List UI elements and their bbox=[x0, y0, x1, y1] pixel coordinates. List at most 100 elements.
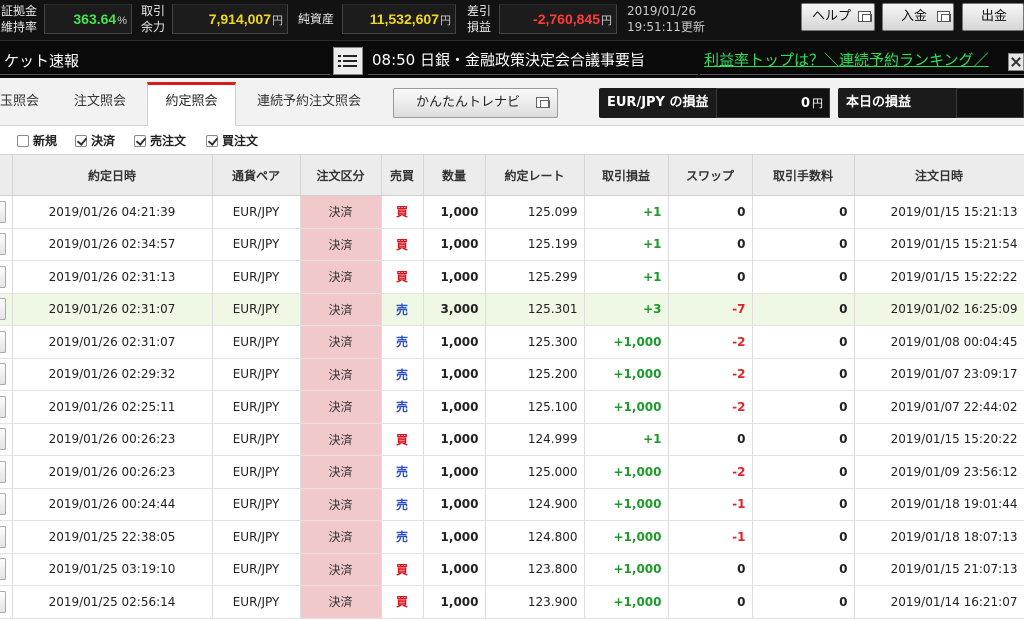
row-select-handle[interactable] bbox=[0, 200, 6, 223]
filter-row: 新規 決済 売注文 買注文 bbox=[0, 126, 1024, 154]
cell-rate: 124.800 bbox=[485, 520, 585, 554]
net-pl-value: -2,760,845円 bbox=[499, 4, 617, 34]
row-select-button[interactable] bbox=[0, 358, 13, 391]
withdraw-button[interactable]: 出金 bbox=[962, 3, 1024, 31]
cell-swap: -1 bbox=[668, 520, 753, 554]
header-side[interactable]: 売買 bbox=[381, 154, 424, 196]
cell-pl: +1,000 bbox=[584, 325, 669, 359]
table-row[interactable]: 2019/01/25 03:19:10 EUR/JPY 決済買 1,000 123.80… bbox=[0, 553, 1024, 586]
header-qty[interactable]: 数量 bbox=[423, 154, 486, 196]
tab-execution-inquiry[interactable]: 約定照会 bbox=[147, 82, 236, 126]
tab-sequential-order-inquiry[interactable]: 連続予約注文照会 bbox=[244, 87, 374, 125]
checkbox-icon[interactable] bbox=[17, 135, 29, 147]
checkbox-checked-icon[interactable] bbox=[134, 135, 146, 147]
row-select-button[interactable] bbox=[0, 520, 13, 554]
row-select-button[interactable] bbox=[0, 553, 13, 586]
header-order-time[interactable]: 注文日時 bbox=[854, 154, 1024, 196]
table-row[interactable]: 2019/01/26 02:31:07 EUR/JPY 決済売 1,000 125.30… bbox=[0, 325, 1024, 359]
close-icon[interactable] bbox=[1008, 53, 1024, 71]
market-news-title: ケット速報 bbox=[4, 52, 80, 70]
table-row[interactable]: 2019/01/26 02:34:57 EUR/JPY 決済買 1,000 125.19… bbox=[0, 228, 1024, 261]
row-select-handle[interactable] bbox=[0, 493, 6, 516]
news-headline[interactable]: 08:50 日銀・金融政策決定会合議事要旨 bbox=[368, 47, 698, 75]
header-rate[interactable]: 約定レート bbox=[485, 154, 585, 196]
row-select-handle[interactable] bbox=[0, 330, 6, 353]
filter-buy-order[interactable]: 買注文 bbox=[206, 133, 258, 149]
cell-side: 買 bbox=[381, 585, 424, 619]
row-select-handle[interactable] bbox=[0, 460, 6, 483]
today-pl-value bbox=[956, 88, 1024, 118]
row-select-handle[interactable] bbox=[0, 298, 6, 321]
row-select-handle[interactable] bbox=[0, 428, 6, 451]
table-row[interactable]: 2019/01/26 02:31:07 EUR/JPY 決済売 3,000 125.30… bbox=[0, 293, 1024, 326]
easy-trenavi-button[interactable]: かんたんトレナビ bbox=[393, 88, 558, 118]
table-row[interactable]: 2019/01/26 02:25:11 EUR/JPY 決済売 1,000 125.10… bbox=[0, 390, 1024, 424]
table-row[interactable]: 2019/01/26 00:26:23 EUR/JPY 決済売 1,000 125.00… bbox=[0, 455, 1024, 489]
filter-new[interactable]: 新規 bbox=[17, 133, 57, 149]
net-assets-value: 11,532,607円 bbox=[342, 4, 456, 34]
row-select-button[interactable] bbox=[0, 293, 13, 326]
cell-swap: 0 bbox=[668, 260, 753, 294]
cell-exec-time: 2019/01/25 02:56:14 bbox=[12, 585, 213, 619]
filter-sell-order[interactable]: 売注文 bbox=[134, 133, 186, 149]
row-select-button[interactable] bbox=[0, 455, 13, 489]
checkbox-checked-icon[interactable] bbox=[75, 135, 87, 147]
table-row[interactable]: 2019/01/25 02:56:14 EUR/JPY 決済買 1,000 123.90… bbox=[0, 585, 1024, 619]
tab-position-inquiry[interactable]: 玉照会 bbox=[0, 87, 40, 125]
table-row[interactable]: 2019/01/25 22:38:05 EUR/JPY 決済売 1,000 124.80… bbox=[0, 520, 1024, 554]
cell-qty: 1,000 bbox=[423, 260, 486, 294]
deposit-button[interactable]: 入金 bbox=[882, 3, 954, 31]
row-select-button[interactable] bbox=[0, 585, 13, 619]
cell-fee: 0 bbox=[752, 553, 855, 586]
trading-margin-value: 7,914,007円 bbox=[172, 4, 288, 34]
tab-order-inquiry[interactable]: 注文照会 bbox=[58, 87, 142, 125]
row-select-handle[interactable] bbox=[0, 233, 6, 256]
cell-pair: EUR/JPY bbox=[212, 195, 301, 229]
row-select-button[interactable] bbox=[0, 260, 13, 294]
cell-kubun: 決済 bbox=[300, 488, 382, 521]
cell-kubun: 決済 bbox=[300, 358, 382, 391]
table-row[interactable]: 2019/01/26 02:29:32 EUR/JPY 決済売 1,000 125.20… bbox=[0, 358, 1024, 391]
table-row[interactable]: 2019/01/26 00:26:23 EUR/JPY 決済買 1,000 124.99… bbox=[0, 423, 1024, 456]
help-button[interactable]: ヘルプ bbox=[801, 3, 875, 31]
cell-exec-time: 2019/01/26 02:31:13 bbox=[12, 260, 213, 294]
row-select-handle[interactable] bbox=[0, 363, 6, 386]
row-select-handle[interactable] bbox=[0, 395, 6, 418]
row-select-button[interactable] bbox=[0, 488, 13, 521]
cell-exec-time: 2019/01/26 02:31:07 bbox=[12, 293, 213, 326]
header-pair[interactable]: 通貨ペア bbox=[212, 154, 301, 196]
filter-settlement[interactable]: 決済 bbox=[75, 133, 115, 149]
header-fee[interactable]: 取引手数料 bbox=[752, 154, 855, 196]
row-select-handle[interactable] bbox=[0, 525, 6, 548]
cell-pl: +1 bbox=[584, 195, 669, 229]
window-popup-icon bbox=[937, 11, 951, 22]
table-row[interactable]: 2019/01/26 04:21:39 EUR/JPY 決済買 1,000 125.09… bbox=[0, 195, 1024, 229]
list-icon[interactable] bbox=[333, 47, 363, 75]
row-select-handle[interactable] bbox=[0, 590, 6, 613]
ranking-link[interactable]: 利益率トップは？＼連続予約ランキング／ bbox=[700, 47, 1024, 75]
checkbox-checked-icon[interactable] bbox=[206, 135, 218, 147]
header-exec-time[interactable]: 約定日時 bbox=[12, 154, 213, 196]
cell-qty: 3,000 bbox=[423, 293, 486, 326]
row-select-button[interactable] bbox=[0, 325, 13, 359]
row-select-button[interactable] bbox=[0, 195, 13, 229]
cell-side: 売 bbox=[381, 293, 424, 326]
cell-pair: EUR/JPY bbox=[212, 520, 301, 554]
header-pl[interactable]: 取引損益 bbox=[584, 154, 669, 196]
cell-swap: 0 bbox=[668, 423, 753, 456]
cell-kubun: 決済 bbox=[300, 455, 382, 489]
row-select-button[interactable] bbox=[0, 390, 13, 424]
row-select-button[interactable] bbox=[0, 228, 13, 261]
row-select-handle[interactable] bbox=[0, 265, 6, 288]
row-select-button[interactable] bbox=[0, 423, 13, 456]
cell-pair: EUR/JPY bbox=[212, 260, 301, 294]
row-select-handle[interactable] bbox=[0, 558, 6, 581]
table-row[interactable]: 2019/01/26 00:24:44 EUR/JPY 決済売 1,000 124.90… bbox=[0, 488, 1024, 521]
header-kubun[interactable]: 注文区分 bbox=[300, 154, 382, 196]
cell-pl: +1,000 bbox=[584, 455, 669, 489]
cell-pl: +1,000 bbox=[584, 488, 669, 521]
header-swap[interactable]: スワップ bbox=[668, 154, 753, 196]
table-row[interactable]: 2019/01/26 02:31:13 EUR/JPY 決済買 1,000 125.29… bbox=[0, 260, 1024, 294]
news-bar: ケット速報 08:50 日銀・金融政策決定会合議事要旨 利益率トップは？＼連続予… bbox=[0, 40, 1024, 78]
cell-rate: 125.000 bbox=[485, 455, 585, 489]
